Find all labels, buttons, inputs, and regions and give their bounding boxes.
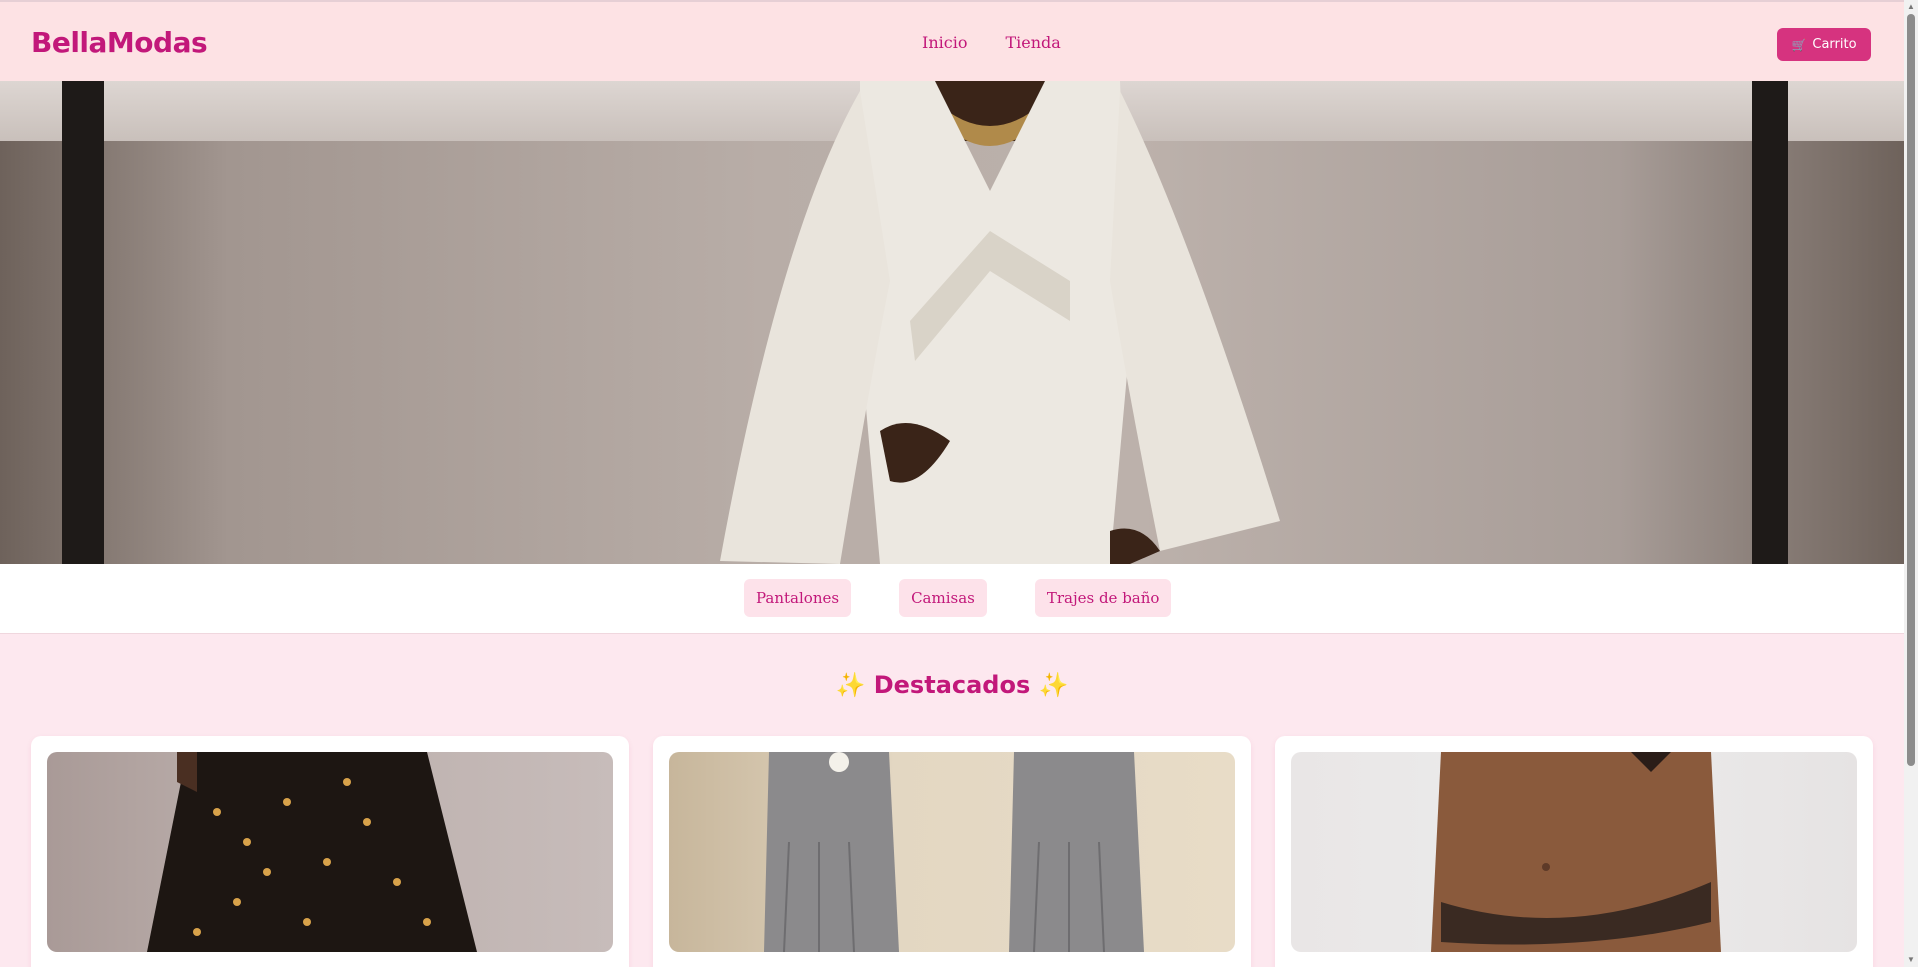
nav-link-tienda[interactable]: Tienda xyxy=(1005,33,1060,52)
scroll-up-arrow-icon[interactable]: ▲ xyxy=(1906,2,1916,12)
product-image-swimsuit[interactable] xyxy=(1291,752,1857,952)
category-bar: Pantalones Camisas Trajes de baño xyxy=(0,564,1904,634)
product-card[interactable] xyxy=(653,736,1251,967)
product-card[interactable] xyxy=(1275,736,1873,967)
grey-set-illustration xyxy=(764,752,1144,952)
product-image-floral-dress[interactable] xyxy=(47,752,613,952)
sparkle-icon: ✨ xyxy=(1038,671,1069,699)
category-trajes-de-bano[interactable]: Trajes de baño xyxy=(1034,579,1172,617)
hero-pillar-right xyxy=(1752,81,1788,564)
swimsuit-illustration xyxy=(1431,752,1721,952)
main-nav: Inicio Tienda xyxy=(922,33,1061,52)
floral-dress-illustration xyxy=(147,752,477,952)
hero-banner xyxy=(0,81,1904,564)
hero-pillar-left xyxy=(62,81,104,564)
cart-button-label: Carrito xyxy=(1812,37,1857,52)
category-camisas[interactable]: Camisas xyxy=(899,579,987,617)
vertical-scrollbar[interactable]: ▲ ▼ xyxy=(1904,0,1918,967)
sparkle-icon: ✨ xyxy=(835,671,866,699)
cart-icon: 🛒 xyxy=(1791,37,1807,52)
scrollbar-thumb[interactable] xyxy=(1907,14,1915,766)
category-list: Pantalones Camisas Trajes de baño xyxy=(744,579,1172,617)
logo[interactable]: BellaModas xyxy=(31,26,208,59)
site-header: BellaModas Inicio Tienda 🛒 Carrito xyxy=(0,0,1904,81)
page: BellaModas Inicio Tienda 🛒 Carrito Panta… xyxy=(0,0,1904,967)
hero-model-image xyxy=(720,81,1280,564)
cart-button[interactable]: 🛒 Carrito xyxy=(1777,28,1871,61)
featured-cards xyxy=(31,736,1873,967)
scroll-down-arrow-icon[interactable]: ▼ xyxy=(1906,955,1916,965)
featured-title-text: Destacados xyxy=(873,671,1031,699)
category-pantalones[interactable]: Pantalones xyxy=(744,579,852,617)
nav-link-inicio[interactable]: Inicio xyxy=(922,33,967,52)
featured-heading: ✨ Destacados ✨ xyxy=(0,671,1904,699)
product-image-grey-set[interactable] xyxy=(669,752,1235,952)
product-card[interactable] xyxy=(31,736,629,967)
